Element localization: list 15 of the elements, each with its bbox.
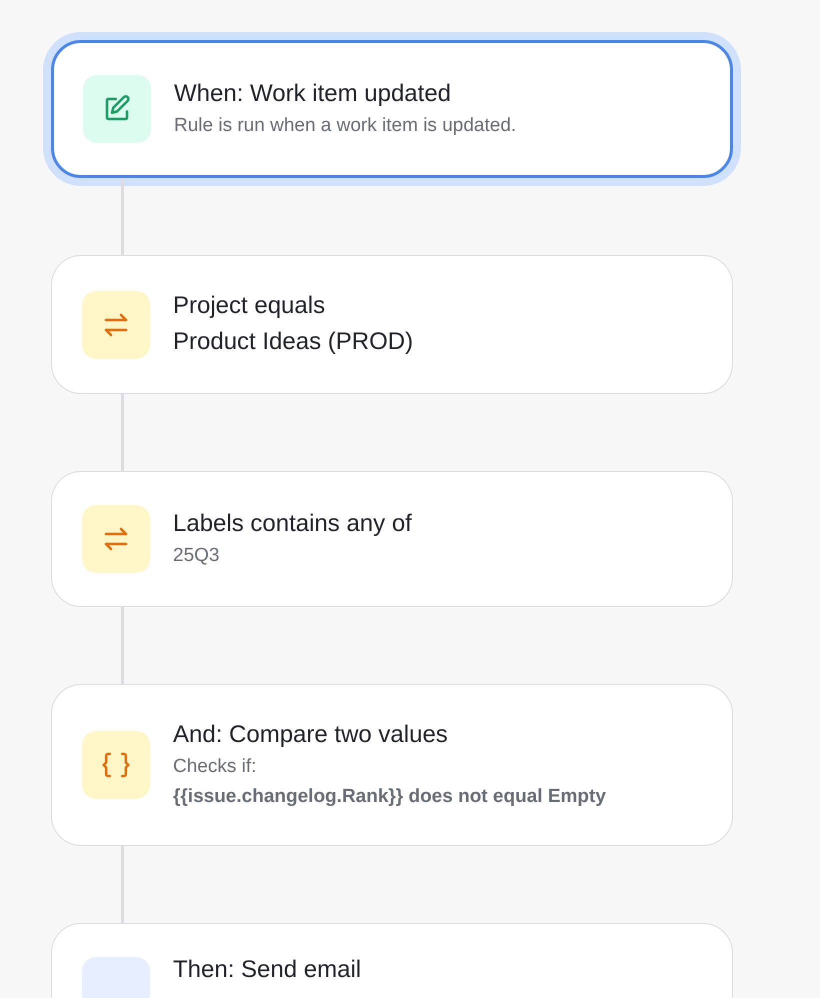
rule-step-card[interactable]: Then: Send email	[51, 923, 733, 998]
step-title: Labels contains any of	[173, 509, 412, 539]
rule-step-card[interactable]: And: Compare two values Checks if: {{issue.changelog.Rank}} does not equal Empty	[51, 684, 733, 846]
rule-step-card[interactable]: Labels contains any of 25Q3	[51, 471, 733, 607]
step-description: Checks if:	[173, 755, 256, 779]
step-title: And: Compare two values	[173, 720, 448, 750]
step-title: Then: Send email	[173, 955, 362, 985]
rule-step-card[interactable]: Project equals Product Ideas (PROD)	[51, 255, 733, 394]
step-title: Project equals	[173, 291, 326, 321]
braces-icon	[100, 750, 132, 780]
step-value: Product Ideas (PROD)	[173, 327, 414, 357]
step-description: Rule is run when a work item is updated.	[174, 114, 516, 138]
step-condition: {{issue.changelog.Rank}} does not equal Empty	[173, 785, 606, 809]
step-title: When: Work item updated	[174, 79, 452, 109]
step-description: 25Q3	[173, 544, 220, 568]
